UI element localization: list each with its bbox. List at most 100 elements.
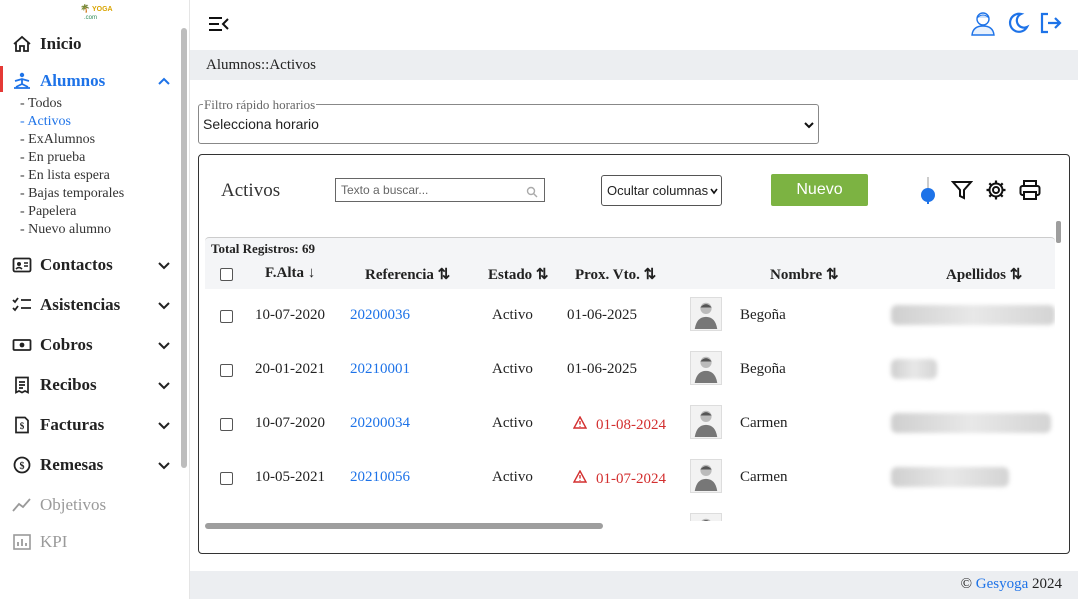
select-all-checkbox[interactable]	[220, 268, 233, 281]
footer: © Gesyoga 2024	[190, 571, 1078, 599]
sidebar-item-label: Objetivos	[40, 495, 107, 514]
cell-alta: 10-07-2020	[255, 415, 325, 431]
table-row[interactable]: 10-07-2020 20200036 Activo 01-06-2025 Be…	[205, 289, 1055, 343]
student-photo[interactable]	[690, 297, 722, 331]
submenu-item-nuevo-alumno[interactable]: - Nuevo alumno	[20, 221, 124, 239]
sidebar-item-objetivos[interactable]: Objetivos	[0, 491, 180, 519]
brand-logo[interactable]: 🌴 YOGA .com	[80, 4, 113, 24]
new-button[interactable]: Nuevo	[771, 174, 868, 206]
cell-vto-overdue: 01-08-2024	[596, 417, 666, 433]
chevron-up-icon[interactable]	[156, 73, 172, 89]
search-input[interactable]: Texto a buscar...	[335, 178, 545, 202]
cell-estado: Activo	[492, 415, 533, 431]
gear-icon[interactable]	[985, 179, 1007, 201]
filter-icon[interactable]	[951, 179, 973, 201]
dark-mode-moon-icon[interactable]	[1005, 10, 1031, 36]
alumnos-submenu: - Todos - Activos - ExAlumnos - En prueb…	[20, 95, 124, 239]
cell-referencia-link[interactable]: 20200036	[350, 307, 410, 324]
search-icon	[526, 186, 538, 198]
col-header-apellidos[interactable]: Apellidos ⇅	[946, 265, 1022, 284]
logout-icon[interactable]	[1038, 10, 1064, 36]
table-horizontal-scrollbar[interactable]	[205, 523, 603, 529]
print-icon[interactable]	[1019, 179, 1041, 201]
map-pin-icon[interactable]	[917, 175, 939, 205]
chevron-down-icon[interactable]	[156, 257, 172, 273]
cell-apellidos-redacted	[891, 305, 1055, 325]
col-header-alta[interactable]: F.Alta ↓	[265, 265, 315, 282]
table-row[interactable]: 10-07-2020 20200034 Activo 01-08-2024 Ca…	[205, 397, 1055, 451]
filter-value: Selecciona horario	[203, 116, 319, 132]
cell-alta: 10-05-2021	[255, 469, 325, 485]
sidebar-item-remesas[interactable]: $ Remesas	[0, 451, 180, 479]
top-header	[190, 0, 1078, 48]
submenu-item-en-prueba[interactable]: - En prueba	[20, 149, 124, 167]
submenu-item-exalumnos[interactable]: - ExAlumnos	[20, 131, 124, 149]
col-header-estado[interactable]: Estado ⇅	[488, 265, 549, 284]
hide-columns-select[interactable]: Ocultar columnas	[601, 175, 722, 206]
copyright-symbol: ©	[960, 576, 972, 592]
submenu-item-bajas-temporales[interactable]: - Bajas temporales	[20, 185, 124, 203]
row-checkbox[interactable]	[220, 472, 233, 485]
cell-referencia-link[interactable]: 20210056	[350, 469, 410, 486]
col-header-referencia[interactable]: Referencia ⇅	[365, 265, 450, 284]
student-photo[interactable]	[690, 459, 722, 493]
sidebar-item-alumnos[interactable]: Alumnos	[0, 66, 180, 95]
logo-top-text: YOGA	[92, 6, 113, 13]
chevron-down-icon[interactable]	[156, 457, 172, 473]
chevron-down-icon[interactable]	[156, 297, 172, 313]
row-checkbox[interactable]	[220, 364, 233, 377]
submenu-item-lista-espera[interactable]: - En lista espera	[20, 167, 124, 185]
sidebar-item-recibos[interactable]: Recibos	[0, 371, 180, 399]
submenu-item-activos[interactable]: - Activos	[20, 113, 124, 131]
schedule-filter-select[interactable]: Filtro rápido horarios Selecciona horari…	[198, 97, 819, 144]
chevron-down-icon[interactable]	[156, 377, 172, 393]
breadcrumb: Alumnos::Activos	[190, 50, 1078, 80]
col-header-nombre[interactable]: Nombre ⇅	[770, 265, 839, 284]
footer-brand-link[interactable]: Gesyoga	[976, 576, 1029, 592]
home-icon	[13, 35, 31, 52]
sidebar-item-label: Alumnos	[40, 71, 106, 90]
cell-estado: Activo	[492, 307, 533, 323]
chevron-down-icon[interactable]	[156, 417, 172, 433]
footer-text: © Gesyoga 2024	[961, 576, 1062, 593]
chevron-down-icon	[804, 122, 814, 129]
cell-referencia-link[interactable]: 20200034	[350, 415, 410, 432]
bar-chart-icon	[13, 534, 31, 550]
cell-alta: 20-01-2021	[255, 361, 325, 377]
cell-referencia-link[interactable]: 20210001	[350, 361, 410, 378]
invoice-icon: $	[15, 416, 29, 434]
cell-alta: 10-07-2020	[255, 307, 325, 323]
submenu-item-todos[interactable]: - Todos	[20, 95, 124, 113]
panel-title: Activos	[221, 180, 281, 201]
cell-nombre: Carmen	[740, 469, 788, 485]
footer-year: 2024	[1032, 576, 1062, 592]
student-photo[interactable]	[690, 405, 722, 439]
sidebar-item-facturas[interactable]: $ Facturas	[0, 411, 180, 439]
menu-collapse-icon[interactable]	[208, 14, 230, 34]
sidebar-item-asistencias[interactable]: Asistencias	[0, 291, 180, 319]
cell-vto: 01-06-2025	[567, 361, 637, 377]
table-vertical-scrollbar[interactable]	[1056, 221, 1061, 243]
row-checkbox[interactable]	[220, 310, 233, 323]
yoga-icon	[14, 72, 30, 89]
sidebar-item-label: Asistencias	[40, 295, 121, 314]
chevron-down-icon[interactable]	[156, 337, 172, 353]
student-photo[interactable]	[690, 513, 722, 521]
currency-exchange-icon: $	[13, 456, 31, 474]
col-header-vto[interactable]: Prox. Vto. ⇅	[575, 265, 656, 284]
sidebar-item-cobros[interactable]: Cobros	[0, 331, 180, 359]
table-row[interactable]: 20-01-2021 20210001 Activo 01-06-2025 Be…	[205, 343, 1055, 397]
svg-text:$: $	[20, 421, 25, 431]
table-row[interactable]: 10-05-2021 20210056 Activo 01-07-2024 Ca…	[205, 451, 1055, 505]
student-photo[interactable]	[690, 351, 722, 385]
sidebar-item-contactos[interactable]: Contactos	[0, 251, 180, 279]
submenu-item-papelera[interactable]: - Papelera	[20, 203, 124, 221]
row-checkbox[interactable]	[220, 418, 233, 431]
cell-vto-overdue: 01-07-2024	[596, 471, 666, 487]
search-placeholder: Texto a buscar...	[341, 183, 429, 197]
user-avatar-icon[interactable]	[970, 10, 996, 36]
sidebar-item-kpi[interactable]: KPI	[0, 528, 180, 556]
sidebar-item-label: Cobros	[40, 335, 93, 354]
sidebar-scrollbar[interactable]	[181, 28, 187, 468]
sidebar-item-inicio[interactable]: Inicio	[0, 30, 180, 58]
